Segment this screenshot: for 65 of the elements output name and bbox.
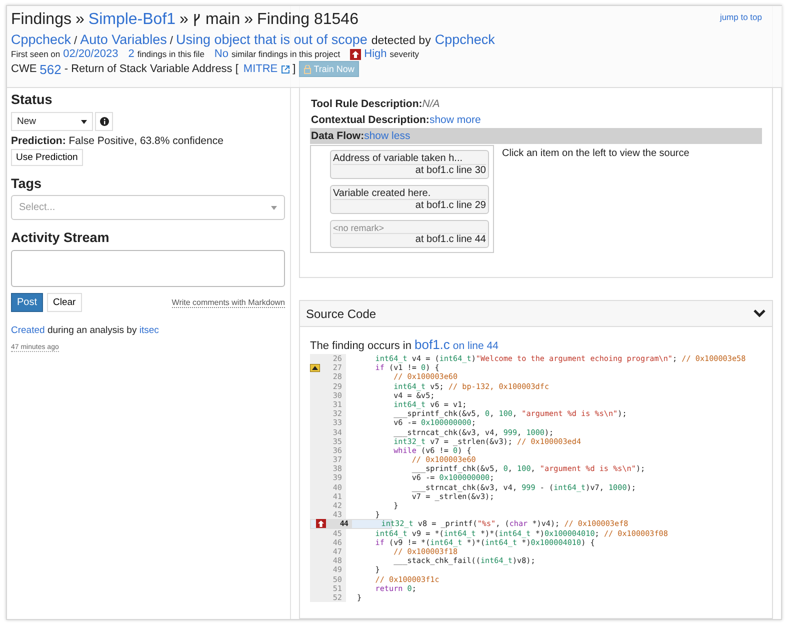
status-select[interactable]: New (11, 112, 93, 131)
breadcrumb-root: Findings (11, 11, 72, 29)
tags-heading: Tags (11, 176, 43, 191)
clear-button[interactable]: Clear (47, 293, 82, 312)
use-prediction-button[interactable]: Use Prediction (11, 149, 83, 166)
similar-findings-label: similar findings in this project (231, 49, 340, 59)
tool-link[interactable]: Cppcheck (11, 32, 72, 47)
breadcrumb-separator: » (180, 11, 188, 29)
toggle-link[interactable]: show more (429, 114, 481, 126)
detail-value: N/A (422, 98, 440, 110)
tags-select[interactable]: Select... (11, 195, 285, 220)
slash: / (74, 35, 78, 47)
slash: / (170, 35, 173, 47)
detected-by-text: detected by (371, 35, 431, 47)
data-flow-step[interactable]: <no remark> at bof1.c line 44 (330, 220, 489, 248)
category-link[interactable]: Auto Variables (80, 32, 167, 47)
chevron-icon[interactable] (753, 309, 766, 318)
prediction-text: Prediction: False Positive, 63.8% confidence (11, 135, 224, 147)
user-link[interactable]: itsec (139, 325, 159, 336)
detail-label: Contextual Description: (311, 114, 430, 126)
markdown-link[interactable]: Write comments with Markdown (172, 298, 285, 308)
first-seen-label: First seen on (11, 49, 60, 59)
data-flow-step[interactable]: Variable created here. at bof1.c line 29 (330, 185, 489, 214)
lock-icon (304, 64, 311, 74)
data-flow-step[interactable]: Address of variable taken h... at bof1.c line 30 (330, 150, 489, 179)
severity-label: severity (390, 49, 420, 59)
project-link[interactable]: Simple-Bof1 (88, 11, 176, 29)
finding-title: Finding 81546 (257, 11, 358, 29)
detail-label: Data Flow: (311, 130, 364, 142)
action-link[interactable]: Created (11, 325, 45, 336)
activity-heading: Activity Stream (11, 230, 110, 245)
cwe-label: CWE (11, 63, 37, 75)
cwe-bracket: ] (292, 63, 296, 75)
rule-link[interactable]: Using object that is out of scope (176, 32, 368, 47)
info-icon (100, 117, 108, 126)
file-findings-label: findings in this file (137, 49, 204, 59)
status-heading: Status (11, 92, 54, 107)
cwe-title: - Return of Stack Variable Address [ (64, 63, 238, 75)
mitre-link[interactable]: MITRE (243, 63, 278, 75)
breadcrumb-separator: » (244, 11, 254, 29)
severity-icon (350, 48, 362, 60)
file-findings-count[interactable]: 2 (128, 48, 134, 60)
detail-label: Tool Rule Description: (311, 98, 422, 110)
first-seen-date[interactable]: 02/20/2023 (63, 48, 118, 60)
branch-name: main (205, 11, 240, 29)
info-button[interactable] (95, 112, 113, 131)
breadcrumb-separator: » (75, 11, 84, 29)
cwe-link[interactable]: 562 (40, 62, 62, 76)
activity-text: during an analysis by (47, 325, 137, 336)
branch-icon (193, 13, 202, 27)
line-link[interactable]: on line 44 (452, 340, 498, 352)
finding-location-text: The finding occurs in (310, 340, 412, 352)
similar-findings-count[interactable]: No (214, 48, 228, 60)
comment-input[interactable] (11, 250, 285, 287)
toggle-link[interactable]: show less (364, 130, 410, 142)
source-heading: Source Code (306, 306, 376, 320)
external-link-icon (280, 64, 290, 74)
detector-link[interactable]: Cppcheck (434, 32, 495, 47)
severity-link[interactable]: High (364, 48, 387, 60)
data-flow-hint: Click an item on the left to view the source (502, 148, 690, 161)
file-link[interactable]: bof1.c (414, 337, 450, 352)
post-button[interactable]: Post (11, 293, 44, 312)
warning-marker-icon (310, 364, 320, 372)
finding-marker-icon (316, 519, 326, 528)
jump-to-top-link[interactable]: jump to top (720, 12, 762, 22)
